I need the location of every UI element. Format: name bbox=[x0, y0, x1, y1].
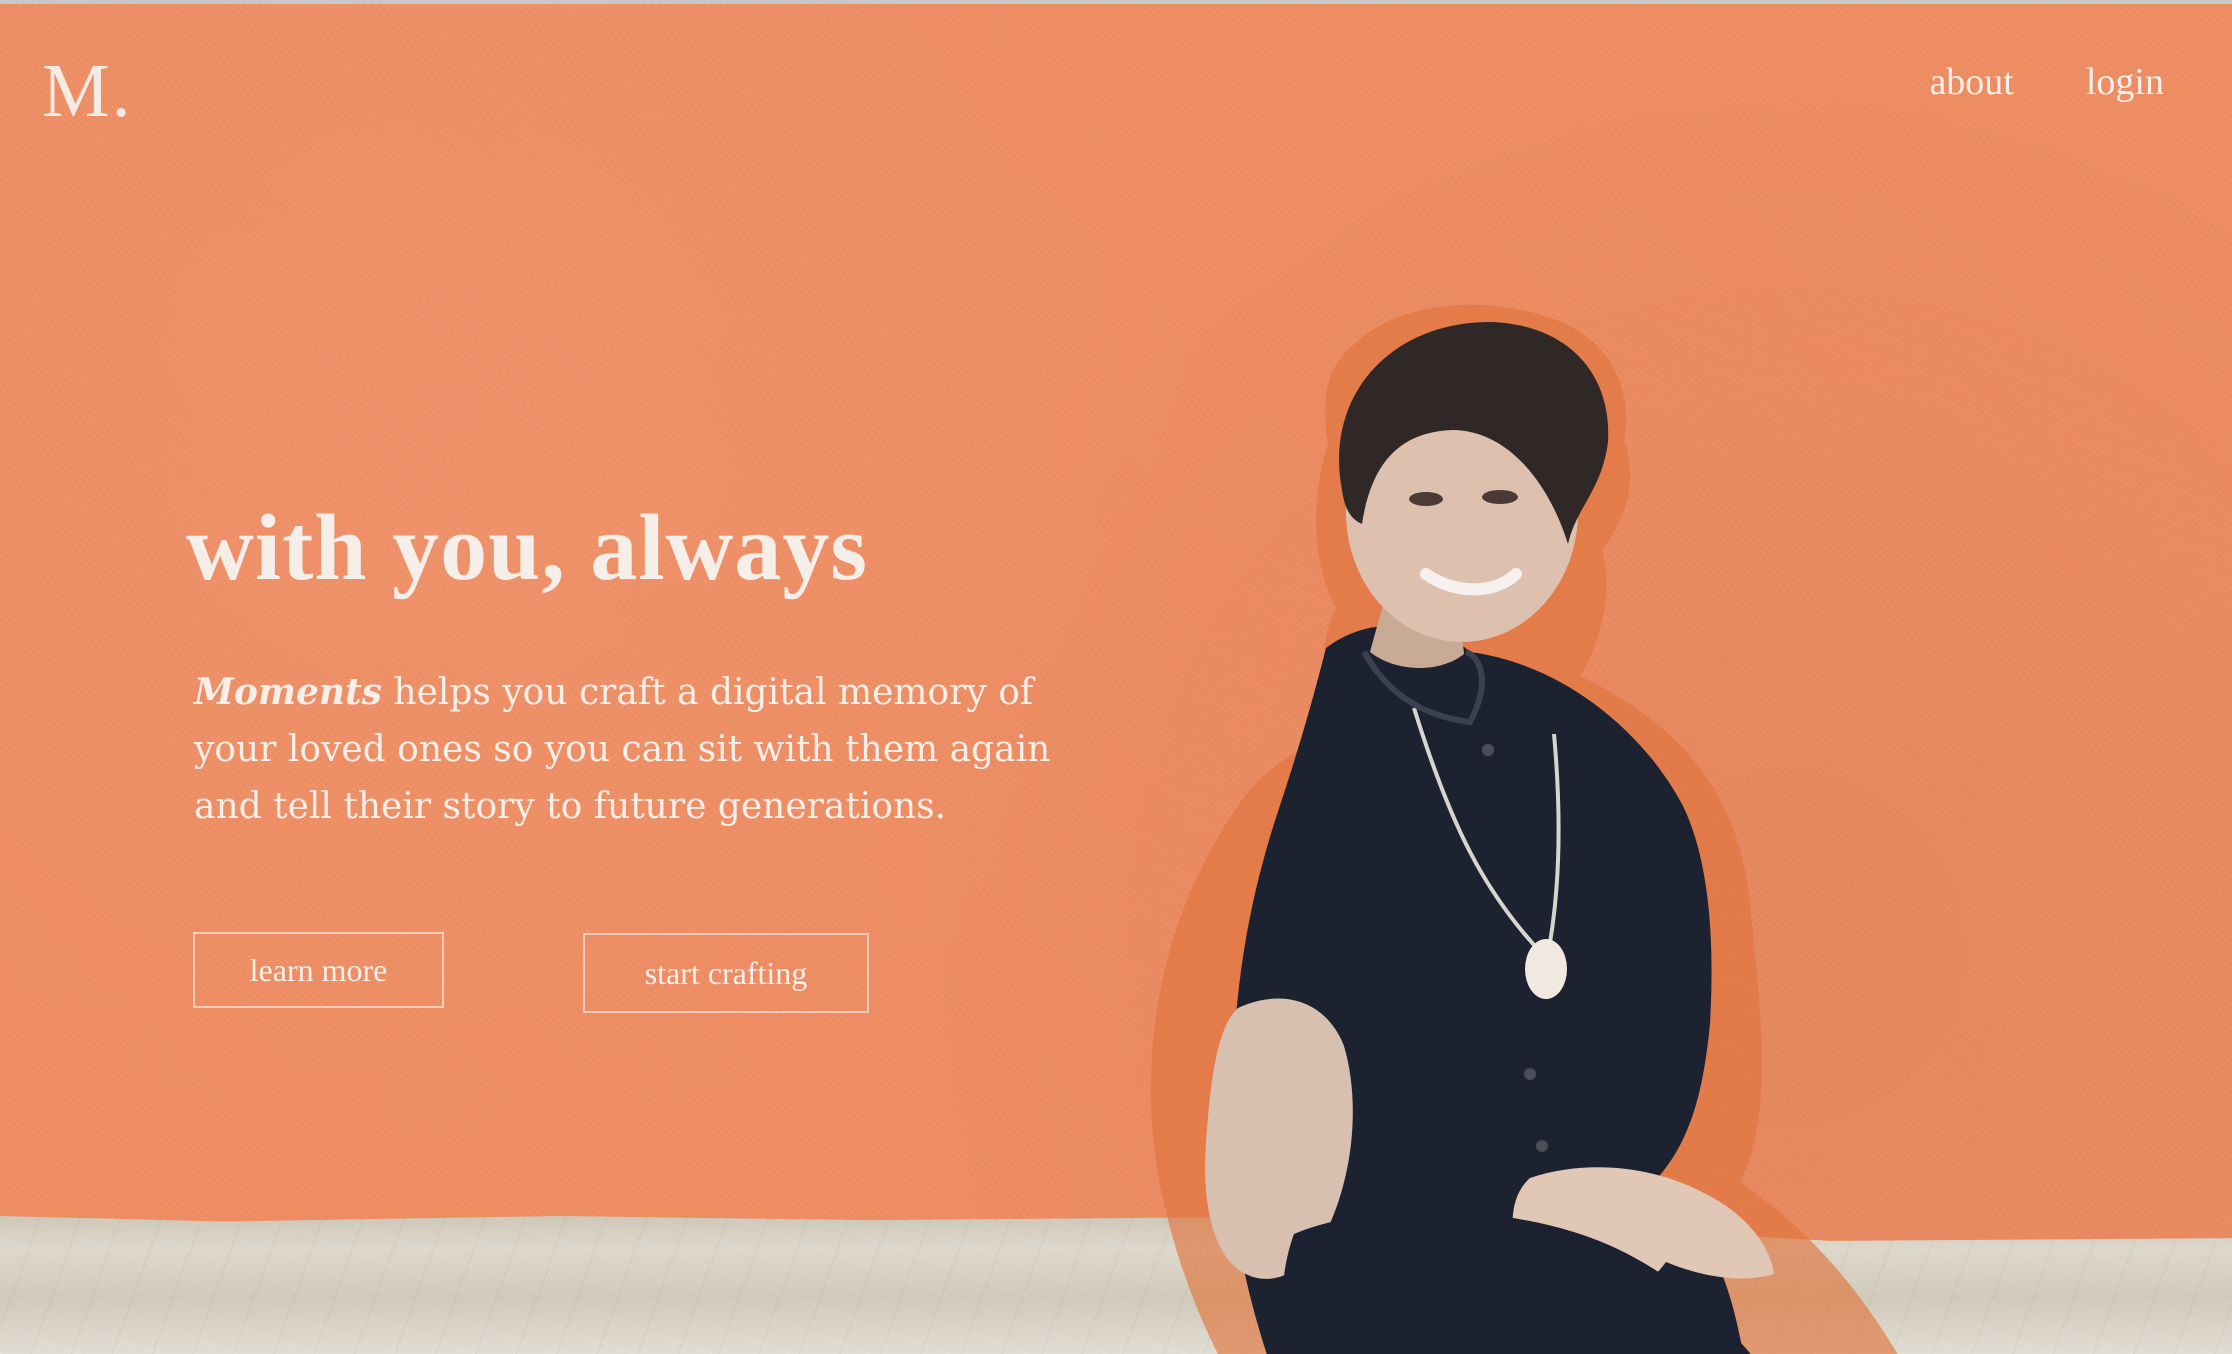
landing-page: M. about login with you, always Moments … bbox=[0, 0, 2232, 1354]
portrait-right-eye bbox=[1482, 490, 1518, 504]
hero-description: Moments helps you craft a digital memory… bbox=[194, 664, 1074, 835]
portrait-pendant bbox=[1525, 939, 1567, 999]
top-navigation: about login bbox=[1929, 60, 2164, 104]
nav-about-link[interactable]: about bbox=[1929, 60, 2013, 104]
portrait-left-eye bbox=[1409, 492, 1443, 506]
portrait-cutout bbox=[1150, 304, 1920, 1354]
brand-logo[interactable]: M. bbox=[42, 48, 133, 135]
portrait-button-2 bbox=[1524, 1068, 1536, 1080]
portrait-button-1 bbox=[1482, 744, 1494, 756]
learn-more-button[interactable]: learn more bbox=[193, 932, 444, 1008]
hero-title: with you, always bbox=[186, 496, 868, 600]
portrait-button-3 bbox=[1536, 1140, 1548, 1152]
start-crafting-button[interactable]: start crafting bbox=[583, 933, 869, 1013]
brand-name: Moments bbox=[194, 671, 382, 713]
nav-login-link[interactable]: login bbox=[2086, 60, 2164, 104]
